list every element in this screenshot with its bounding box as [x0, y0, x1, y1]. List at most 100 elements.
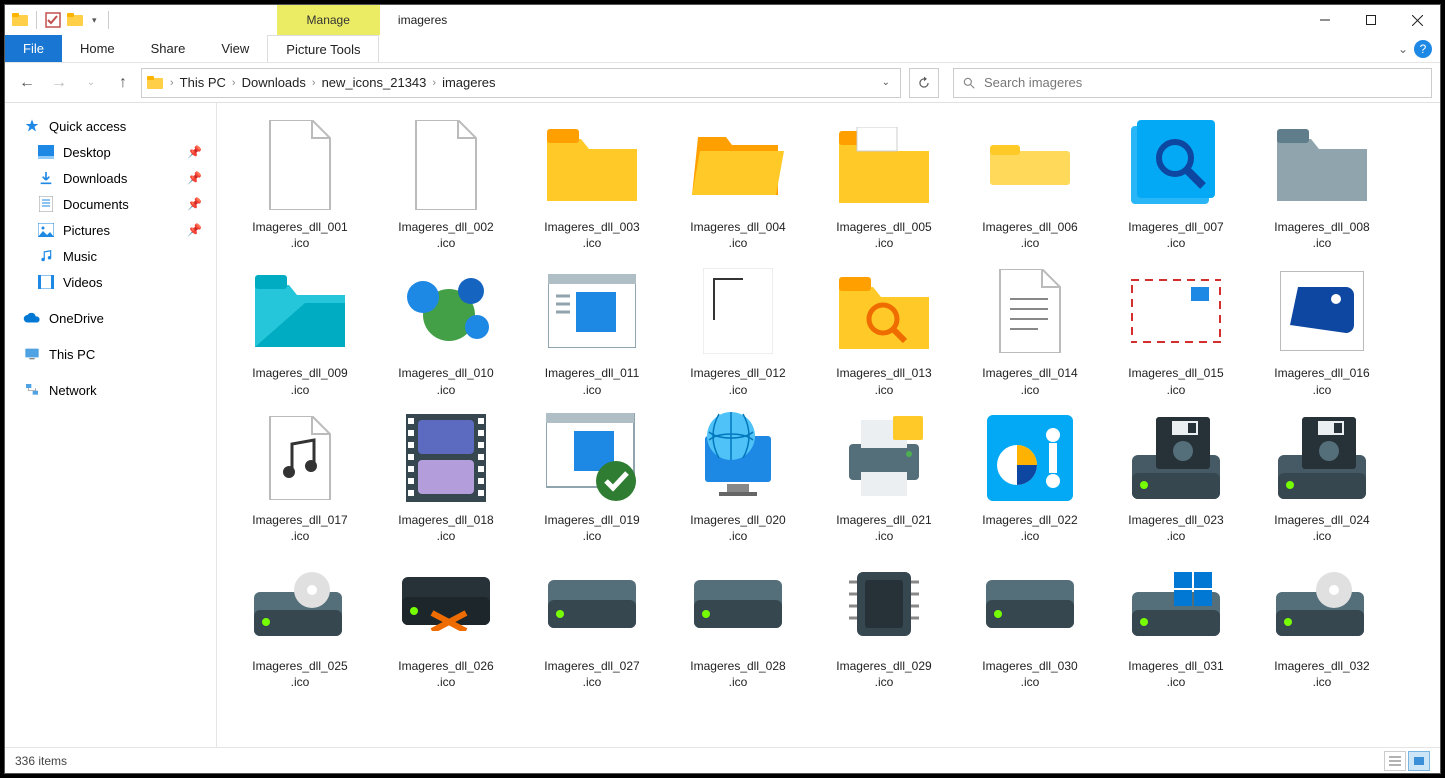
file-item[interactable]: Imageres_dll_014.ico — [957, 261, 1103, 397]
file-item[interactable]: Imageres_dll_010.ico — [373, 261, 519, 397]
tab-share[interactable]: Share — [133, 35, 204, 62]
sidebar-onedrive[interactable]: OneDrive — [5, 305, 216, 331]
file-item[interactable]: Imageres_dll_024.ico — [1249, 408, 1395, 544]
file-item[interactable]: Imageres_dll_029.ico — [811, 554, 957, 690]
file-thumbnail — [250, 261, 350, 361]
address-bar[interactable]: › This PC › Downloads › new_icons_21343 … — [141, 68, 901, 98]
file-name: Imageres_dll_029.ico — [836, 658, 931, 690]
file-item[interactable]: Imageres_dll_022.ico — [957, 408, 1103, 544]
file-name: Imageres_dll_005.ico — [836, 219, 931, 251]
breadcrumb-seg[interactable]: imageres — [442, 75, 495, 90]
breadcrumb-seg[interactable]: Downloads — [242, 75, 306, 90]
help-icon[interactable]: ? — [1414, 40, 1432, 58]
file-thumbnail — [396, 261, 496, 361]
file-thumbnail — [834, 115, 934, 215]
file-thumbnail — [1272, 408, 1372, 508]
documents-icon — [37, 195, 55, 213]
star-icon — [23, 117, 41, 135]
file-name: Imageres_dll_004.ico — [690, 219, 785, 251]
icons-view-button[interactable] — [1408, 751, 1430, 771]
forward-button[interactable]: → — [45, 69, 73, 97]
file-tab[interactable]: File — [5, 35, 62, 62]
file-item[interactable]: Imageres_dll_007.ico — [1103, 115, 1249, 251]
navigation-pane: Quick access Desktop📌Downloads📌Documents… — [5, 103, 217, 747]
tab-picture-tools[interactable]: Picture Tools — [267, 35, 379, 62]
desktop-icon — [37, 143, 55, 161]
file-item[interactable]: Imageres_dll_032.ico — [1249, 554, 1395, 690]
file-item[interactable]: Imageres_dll_002.ico — [373, 115, 519, 251]
up-button[interactable]: ↑ — [109, 69, 137, 97]
breadcrumb-seg[interactable]: new_icons_21343 — [322, 75, 427, 90]
close-button[interactable] — [1394, 5, 1440, 35]
file-thumbnail — [250, 408, 350, 508]
file-item[interactable]: Imageres_dll_023.ico — [1103, 408, 1249, 544]
file-item[interactable]: Imageres_dll_028.ico — [665, 554, 811, 690]
pin-icon: 📌 — [187, 145, 202, 159]
recent-dropdown-icon[interactable]: ⌄ — [77, 69, 105, 97]
file-thumbnail — [1272, 261, 1372, 361]
file-thumbnail — [542, 554, 642, 654]
file-name: Imageres_dll_010.ico — [398, 365, 493, 397]
file-item[interactable]: Imageres_dll_001.ico — [227, 115, 373, 251]
file-item[interactable]: Imageres_dll_008.ico — [1249, 115, 1395, 251]
file-name: Imageres_dll_018.ico — [398, 512, 493, 544]
search-input[interactable]: Search imageres — [953, 68, 1432, 98]
file-name: Imageres_dll_027.ico — [544, 658, 639, 690]
file-item[interactable]: Imageres_dll_009.ico — [227, 261, 373, 397]
file-item[interactable]: Imageres_dll_015.ico — [1103, 261, 1249, 397]
maximize-button[interactable] — [1348, 5, 1394, 35]
file-item[interactable]: Imageres_dll_003.ico — [519, 115, 665, 251]
minimize-button[interactable] — [1302, 5, 1348, 35]
sidebar-item-documents[interactable]: Documents📌 — [5, 191, 216, 217]
tab-view[interactable]: View — [203, 35, 267, 62]
file-item[interactable]: Imageres_dll_016.ico — [1249, 261, 1395, 397]
file-item[interactable]: Imageres_dll_025.ico — [227, 554, 373, 690]
file-item[interactable]: Imageres_dll_021.ico — [811, 408, 957, 544]
expand-ribbon-icon[interactable]: ⌄ — [1398, 42, 1408, 56]
sidebar-item-desktop[interactable]: Desktop📌 — [5, 139, 216, 165]
sidebar-item-music[interactable]: Music — [5, 243, 216, 269]
sidebar-item-videos[interactable]: Videos — [5, 269, 216, 295]
file-item[interactable]: Imageres_dll_027.ico — [519, 554, 665, 690]
file-list[interactable]: Imageres_dll_001.icoImageres_dll_002.ico… — [217, 103, 1440, 747]
manage-tab[interactable]: Manage — [277, 5, 380, 35]
file-item[interactable]: Imageres_dll_012.ico — [665, 261, 811, 397]
file-item[interactable]: Imageres_dll_004.ico — [665, 115, 811, 251]
file-item[interactable]: Imageres_dll_026.ico — [373, 554, 519, 690]
details-view-button[interactable] — [1384, 751, 1406, 771]
file-item[interactable]: Imageres_dll_020.ico — [665, 408, 811, 544]
sidebar-item-downloads[interactable]: Downloads📌 — [5, 165, 216, 191]
folder-icon — [146, 74, 164, 92]
sidebar-quick-access[interactable]: Quick access — [5, 113, 216, 139]
sidebar-item-pictures[interactable]: Pictures📌 — [5, 217, 216, 243]
qat-dropdown-icon[interactable]: ▾ — [88, 15, 101, 26]
sidebar-this-pc[interactable]: This PC — [5, 341, 216, 367]
file-name: Imageres_dll_008.ico — [1274, 219, 1369, 251]
back-button[interactable]: ← — [13, 69, 41, 97]
file-item[interactable]: Imageres_dll_018.ico — [373, 408, 519, 544]
window-title: imageres — [398, 13, 447, 27]
tab-home[interactable]: Home — [62, 35, 133, 62]
file-item[interactable]: Imageres_dll_006.ico — [957, 115, 1103, 251]
file-thumbnail — [396, 115, 496, 215]
file-item[interactable]: Imageres_dll_005.ico — [811, 115, 957, 251]
refresh-button[interactable] — [909, 68, 939, 98]
downloads-icon — [37, 169, 55, 187]
file-item[interactable]: Imageres_dll_030.ico — [957, 554, 1103, 690]
sidebar-network[interactable]: Network — [5, 377, 216, 403]
file-item[interactable]: Imageres_dll_019.ico — [519, 408, 665, 544]
qat-checkbox-icon[interactable] — [44, 11, 62, 29]
file-name: Imageres_dll_021.ico — [836, 512, 931, 544]
file-name: Imageres_dll_031.ico — [1128, 658, 1223, 690]
file-thumbnail — [980, 115, 1080, 215]
file-thumbnail — [396, 408, 496, 508]
address-dropdown-icon[interactable]: ⌄ — [882, 77, 890, 88]
status-bar: 336 items — [5, 747, 1440, 773]
file-item[interactable]: Imageres_dll_031.ico — [1103, 554, 1249, 690]
file-item[interactable]: Imageres_dll_013.ico — [811, 261, 957, 397]
file-item[interactable]: Imageres_dll_011.ico — [519, 261, 665, 397]
file-thumbnail — [834, 554, 934, 654]
qat-folder-icon[interactable] — [66, 11, 84, 29]
file-item[interactable]: Imageres_dll_017.ico — [227, 408, 373, 544]
breadcrumb-seg[interactable]: This PC — [180, 75, 226, 90]
